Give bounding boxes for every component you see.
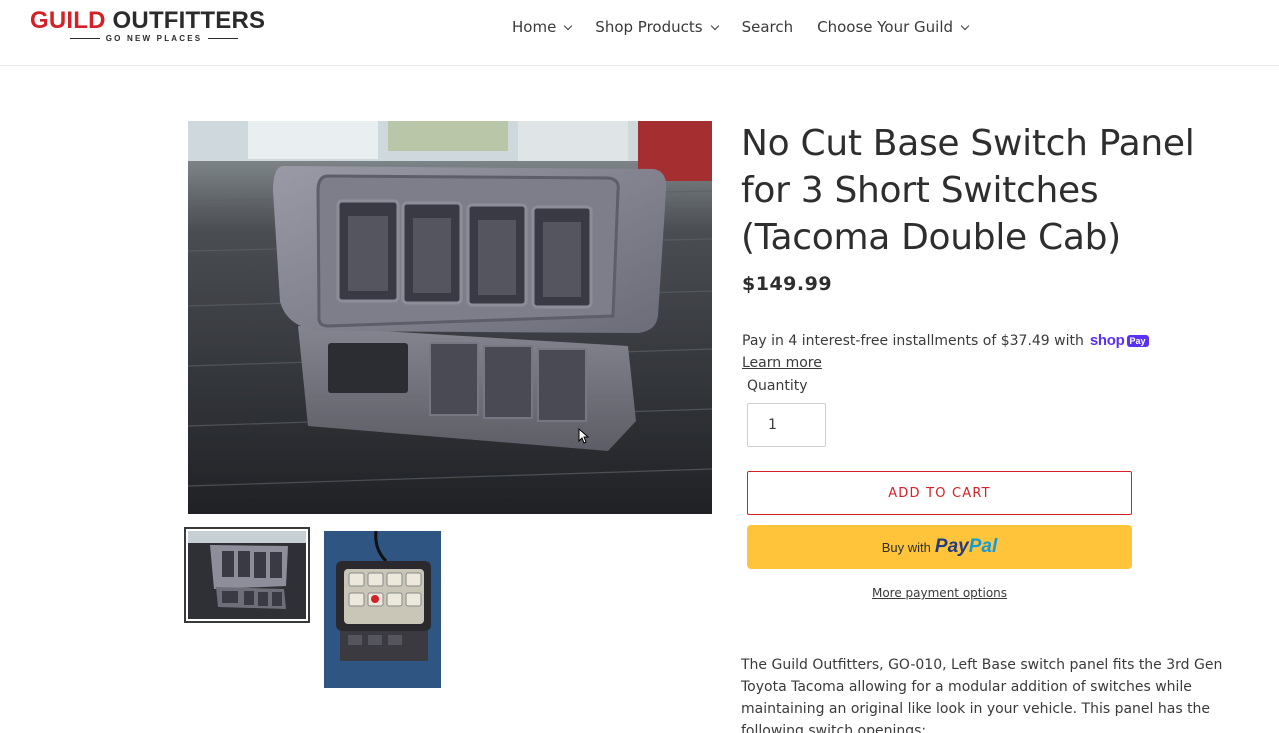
product-thumbnail-1[interactable] — [184, 527, 310, 623]
logo-tagline-row: GO NEW PLACES — [70, 34, 239, 43]
mouse-cursor-icon — [578, 428, 590, 444]
quantity-label: Quantity — [747, 378, 808, 394]
nav-label: Search — [741, 18, 794, 36]
product-price: $149.99 — [742, 273, 833, 295]
nav-label: Home — [512, 18, 557, 36]
main-nav: Home Shop Products Search Choose Your Gu… — [500, 14, 980, 40]
site-logo[interactable]: GUILD OUTFITTERS GO NEW PLACES — [30, 8, 280, 48]
product-description: The Guild Outfitters, GO-010, Left Base … — [741, 657, 1223, 733]
nav-item-home[interactable]: Home — [500, 14, 583, 40]
shop-pay-wordmark: shop — [1089, 332, 1125, 349]
paypal-logo-pay: Pay — [934, 536, 969, 557]
installments-banner: Pay in 4 interest-free installments of $… — [742, 332, 1149, 349]
nav-item-search[interactable]: Search — [730, 14, 806, 40]
quantity-input[interactable] — [747, 403, 826, 447]
logo-rule-left — [70, 38, 100, 39]
nav-label: Shop Products — [595, 18, 703, 36]
shop-pay-badge: Pay — [1126, 334, 1149, 347]
buy-with-paypal-button[interactable]: Buy with Pay Pal — [747, 525, 1132, 569]
chevron-down-icon — [710, 21, 719, 30]
learn-more-link[interactable]: Learn more — [742, 355, 822, 371]
nav-item-choose-your-guild[interactable]: Choose Your Guild — [805, 14, 980, 40]
nav-label: Choose Your Guild — [817, 18, 954, 36]
switch-panel-photo — [188, 121, 712, 514]
logo-brand-red: GUILD — [30, 7, 106, 34]
nav-item-shop-products[interactable]: Shop Products — [583, 14, 729, 40]
product-thumbnail-2[interactable] — [324, 531, 441, 688]
logo-wordmark: GUILD OUTFITTERS — [30, 8, 280, 34]
more-payment-options-link[interactable]: More payment options — [747, 586, 1132, 600]
chevron-down-icon — [564, 21, 573, 30]
installments-text: Pay in 4 interest-free installments of $… — [742, 332, 1084, 349]
paypal-buy-with-text: Buy with — [881, 539, 931, 555]
product-main-image[interactable] — [188, 121, 712, 514]
product-title: No Cut Base Switch Panel for 3 Short Swi… — [741, 123, 1195, 258]
shop-pay-logo: shop Pay — [1090, 332, 1149, 349]
logo-tagline: GO NEW PLACES — [105, 34, 203, 43]
thumbnail-panel-photo — [188, 531, 306, 619]
add-to-cart-button[interactable]: ADD TO CART — [747, 471, 1132, 515]
site-header: GUILD OUTFITTERS GO NEW PLACES Home Shop… — [0, 0, 1279, 66]
logo-rule-right — [208, 38, 239, 39]
logo-brand-dark: OUTFITTERS — [112, 7, 266, 34]
thumbnail-switch-photo — [324, 531, 441, 688]
chevron-down-icon — [960, 21, 970, 30]
paypal-logo-pal: Pal — [968, 536, 998, 557]
